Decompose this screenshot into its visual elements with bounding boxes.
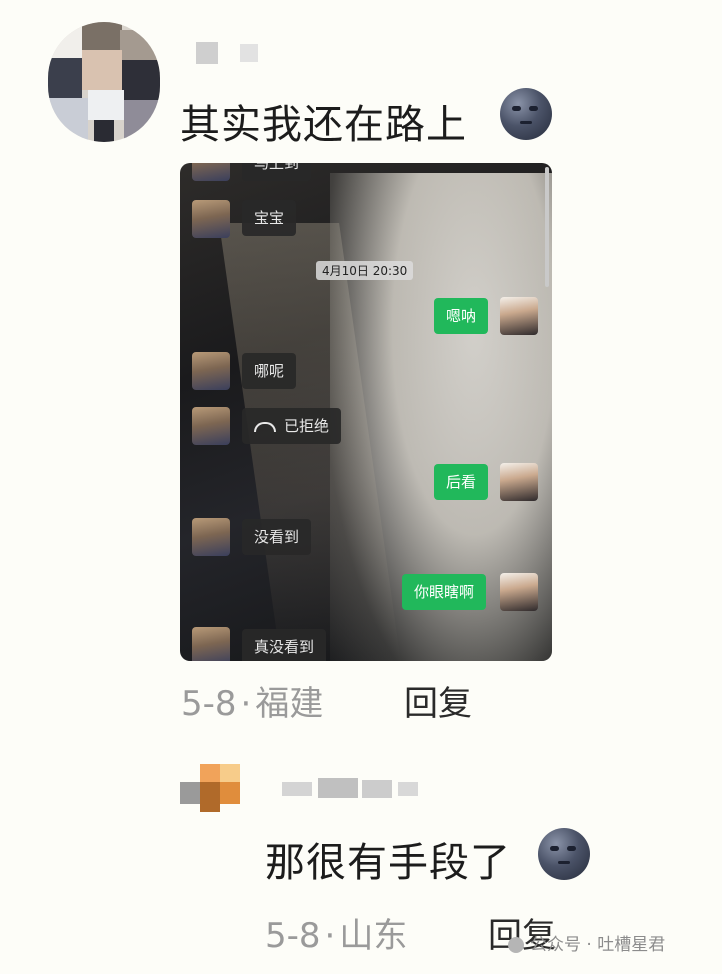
meta-separator: · — [324, 916, 336, 956]
message-bubble-right: 你眼瞎啊 — [402, 574, 487, 610]
message-bubble-left: 没看到 — [242, 519, 312, 555]
self-avatar — [500, 297, 538, 335]
message-bubble-right: 嗯呐 — [434, 298, 489, 334]
scrollbar — [545, 167, 549, 287]
comment-1-text: 其实我还在路上 — [180, 102, 467, 148]
meta-separator: · — [240, 684, 252, 724]
message-bubble-left: 真没看到 — [242, 629, 327, 661]
new-moon-face-icon — [538, 828, 590, 880]
wechat-official-account-icon — [508, 937, 524, 953]
commenter-name-blurred[interactable] — [196, 42, 266, 64]
message-bubble-right: 后看 — [434, 464, 489, 500]
contact-avatar — [192, 407, 230, 445]
contact-avatar — [192, 163, 230, 181]
watermark-text: 公众号 · 吐槽星君 — [530, 935, 666, 955]
message-bubble-left: 马上到 — [242, 163, 312, 181]
contact-avatar — [192, 200, 230, 238]
message-bubble-left: 宝宝 — [242, 200, 297, 236]
chat-screenshot-image[interactable]: 马上到 宝宝 4月10日 20:30 嗯呐 哪呢 已拒绝 后看 没看到 你眼瞎啊… — [180, 163, 552, 661]
reply-button[interactable]: 回复 — [404, 676, 472, 725]
comment-2-text: 那很有手段了 — [265, 840, 511, 886]
commenter-avatar-pixelated[interactable] — [48, 22, 160, 142]
contact-avatar — [192, 352, 230, 390]
comment-date: 5-8 — [265, 916, 321, 956]
comment-date: 5-8 — [181, 684, 237, 724]
comment-location: 山东 — [339, 916, 408, 956]
new-moon-face-icon — [500, 88, 552, 140]
comment-1-meta: 5-8 · 福建 — [181, 676, 323, 725]
reply-commenter-avatar-pixelated[interactable] — [180, 764, 240, 812]
self-avatar — [500, 463, 538, 501]
call-declined-label: 已拒绝 — [284, 417, 330, 435]
contact-avatar — [192, 518, 230, 556]
message-bubble-left: 哪呢 — [242, 353, 297, 389]
contact-avatar — [192, 627, 230, 661]
comment-location: 福建 — [255, 684, 324, 724]
message-timestamp: 4月10日 20:30 — [316, 261, 414, 280]
reply-commenter-name-blurred[interactable] — [262, 778, 422, 800]
comment-2-meta: 5-8 · 山东 — [265, 908, 407, 957]
watermark: 公众号 · 吐槽星君 — [508, 930, 665, 955]
call-declined-bubble: 已拒绝 — [242, 408, 342, 444]
self-avatar — [500, 573, 538, 611]
call-declined-icon — [254, 421, 276, 432]
